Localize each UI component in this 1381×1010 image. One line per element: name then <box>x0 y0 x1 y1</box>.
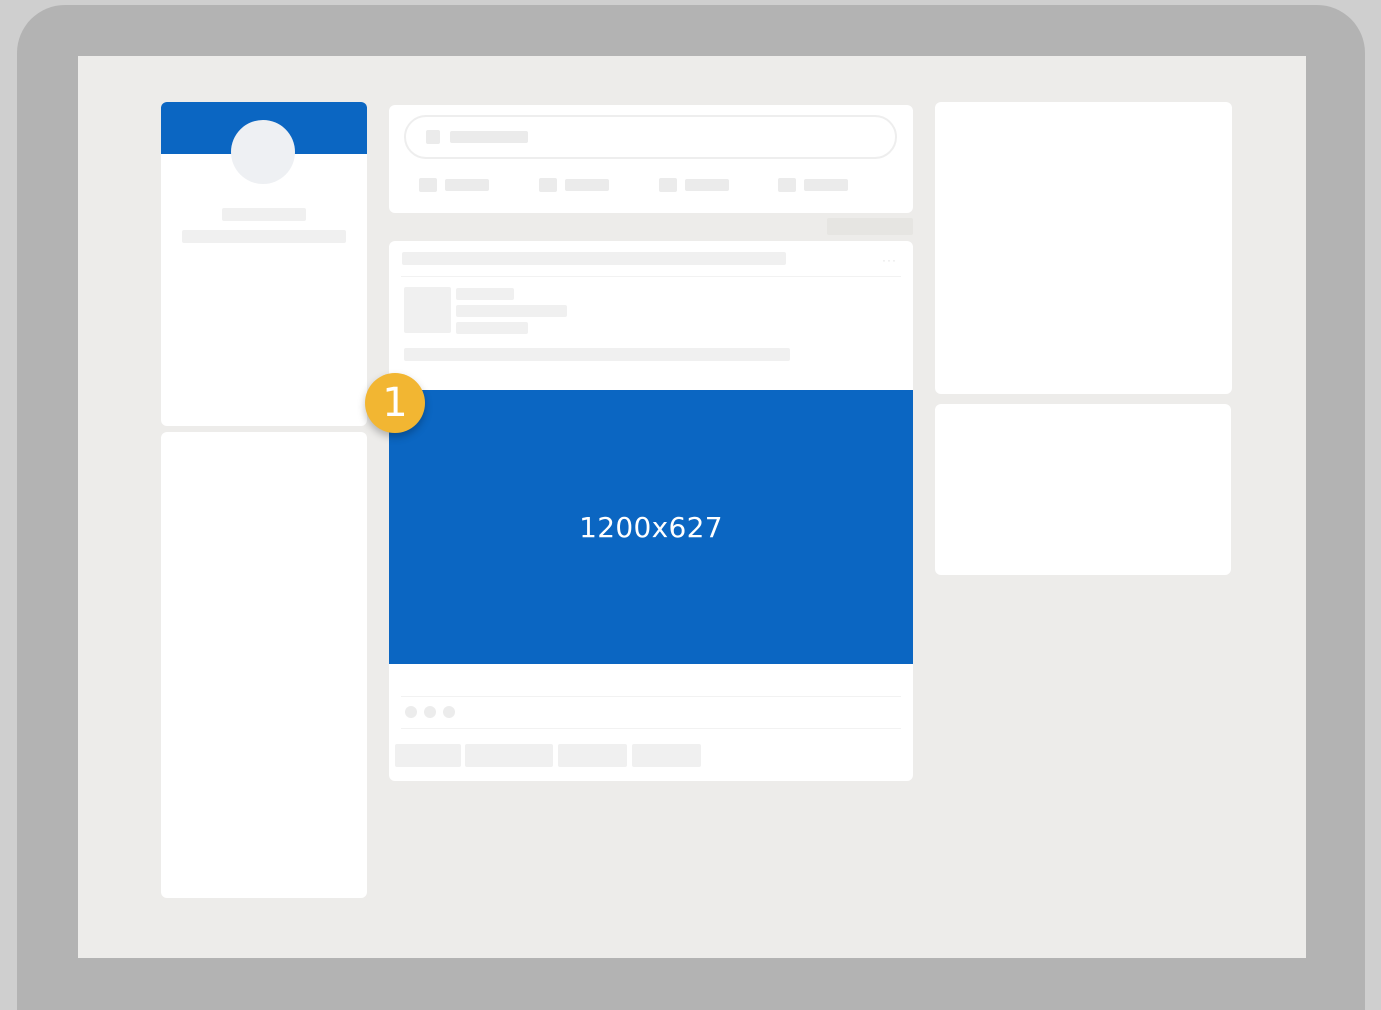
divider <box>401 728 901 729</box>
like-button[interactable] <box>395 744 461 767</box>
video-icon <box>539 178 557 192</box>
right-sidebar-card <box>935 102 1232 394</box>
ad-image[interactable]: 1200x627 <box>389 390 913 664</box>
divider <box>401 276 901 277</box>
company-followers-placeholder <box>456 305 567 317</box>
share-action-label <box>445 179 489 191</box>
company-logo[interactable] <box>404 287 451 333</box>
feed-sort-dropdown[interactable] <box>827 218 913 235</box>
reaction-icon[interactable] <box>424 706 436 718</box>
share-action-label <box>685 179 729 191</box>
share-button[interactable] <box>558 744 627 767</box>
profile-headline-placeholder <box>182 230 346 243</box>
reaction-icon[interactable] <box>443 706 455 718</box>
comment-button[interactable] <box>465 744 553 767</box>
feed-screen: ··· 1200x627 <box>78 56 1306 958</box>
photo-icon <box>419 178 437 192</box>
share-action-photo[interactable] <box>419 177 491 193</box>
post-header-placeholder <box>402 252 786 265</box>
promoted-label-placeholder <box>456 322 528 334</box>
share-action-label <box>804 179 848 191</box>
share-input-icon <box>426 130 440 144</box>
share-box <box>389 105 913 213</box>
step-number-badge: 1 <box>365 373 425 433</box>
send-button[interactable] <box>632 744 701 767</box>
profile-name-placeholder <box>222 208 306 221</box>
overflow-menu-icon[interactable]: ··· <box>882 253 897 267</box>
sponsored-post-card: ··· 1200x627 <box>389 241 913 781</box>
divider <box>401 696 901 697</box>
right-sidebar-card <box>935 404 1231 575</box>
share-action-label <box>565 179 609 191</box>
image-size-label: 1200x627 <box>579 510 723 544</box>
left-sidebar-card <box>161 432 367 898</box>
company-name-placeholder <box>456 288 514 300</box>
profile-card[interactable] <box>161 102 367 426</box>
avatar[interactable] <box>231 120 295 184</box>
share-input[interactable] <box>404 115 897 159</box>
article-icon <box>778 178 796 192</box>
reaction-icon[interactable] <box>405 706 417 718</box>
post-text-placeholder <box>404 348 790 361</box>
share-input-placeholder <box>450 131 528 143</box>
event-icon <box>659 178 677 192</box>
share-action-event[interactable] <box>659 177 731 193</box>
share-action-article[interactable] <box>778 177 850 193</box>
share-action-video[interactable] <box>539 177 611 193</box>
